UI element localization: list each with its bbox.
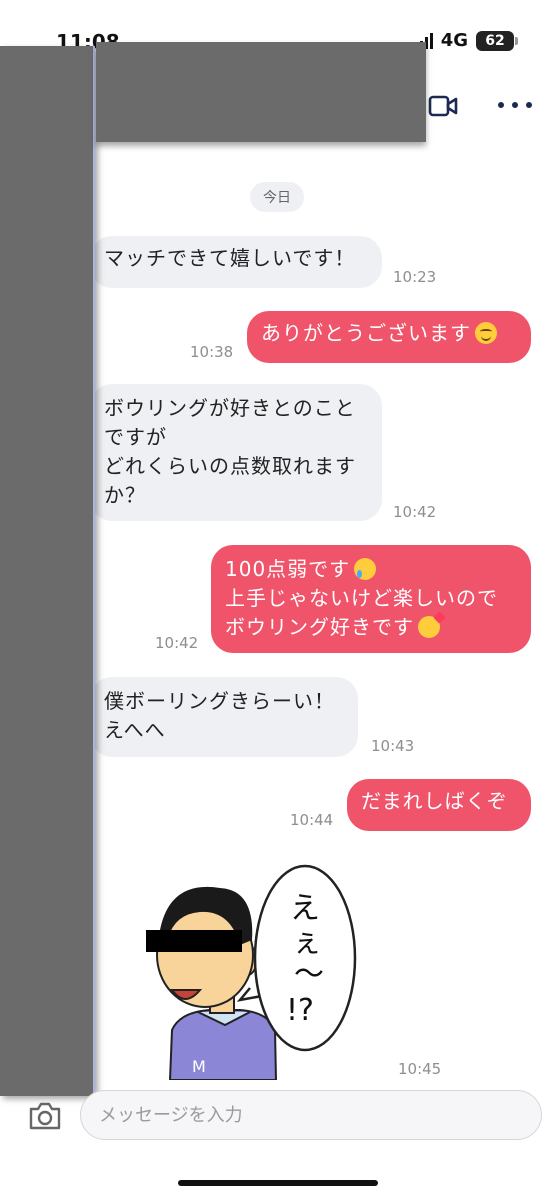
crying-face-icon xyxy=(354,558,377,580)
message-bubble-outgoing[interactable]: ありがとうございます xyxy=(247,311,531,363)
message-input[interactable] xyxy=(80,1090,542,1140)
message-bubble-incoming[interactable]: 僕ボーリングきらーい！ えへへ xyxy=(90,677,358,757)
camera-icon[interactable] xyxy=(28,1101,62,1131)
message-time: 10:23 xyxy=(393,268,437,286)
message-text: ありがとうございます xyxy=(261,321,471,345)
message-text: か？ xyxy=(104,483,146,507)
sticker-image[interactable]: M え ぇ 〜 !? xyxy=(80,850,390,1080)
message-bubble-outgoing[interactable]: だまれしばくぞ xyxy=(347,779,531,831)
message-text: どれくらいの点数取れます xyxy=(104,454,356,478)
message-text: えへへ xyxy=(104,718,166,742)
message-bubble-outgoing[interactable]: 100点弱です 上手じゃないけど楽しいので ボウリング好きです xyxy=(211,545,531,653)
message-time: 10:42 xyxy=(155,634,199,652)
message-time: 10:44 xyxy=(290,811,334,829)
message-bubble-incoming[interactable]: マッチできて嬉しいです！ xyxy=(90,236,382,288)
smiling-face-with-hearts-icon xyxy=(418,616,440,638)
message-time: 10:43 xyxy=(371,737,415,755)
message-text: 僕ボーリングきらーい！ xyxy=(104,689,335,713)
status-indicators: 4G 62 xyxy=(414,30,518,51)
sticker-shirt-letter: M xyxy=(192,1057,206,1076)
network-type: 4G xyxy=(440,30,468,51)
message-bubble-incoming[interactable]: ボウリングが好きとのこと ですが どれくらいの点数取れます か？ xyxy=(90,384,382,521)
message-time: 10:45 xyxy=(398,1060,442,1078)
message-text: ですが xyxy=(104,425,167,449)
video-camera-icon[interactable] xyxy=(428,93,458,119)
message-text: ボウリング好きです xyxy=(225,615,414,639)
message-text: マッチできて嬉しいです！ xyxy=(104,246,356,270)
message-text: 上手じゃないけど楽しいので xyxy=(225,586,498,610)
home-indicator[interactable] xyxy=(178,1180,378,1186)
message-time: 10:38 xyxy=(190,343,234,361)
message-text: 100点弱です xyxy=(225,557,351,581)
redaction-block xyxy=(96,42,426,142)
message-time: 10:42 xyxy=(393,503,437,521)
date-chip: 今日 xyxy=(250,182,304,212)
more-dots-icon[interactable] xyxy=(498,95,532,115)
message-text: だまれしばくぞ xyxy=(361,789,508,813)
redaction-block xyxy=(0,46,95,1096)
battery-icon: 62 xyxy=(476,30,518,51)
smiling-face-icon xyxy=(475,322,497,344)
message-text: ボウリングが好きとのこと xyxy=(104,396,356,420)
